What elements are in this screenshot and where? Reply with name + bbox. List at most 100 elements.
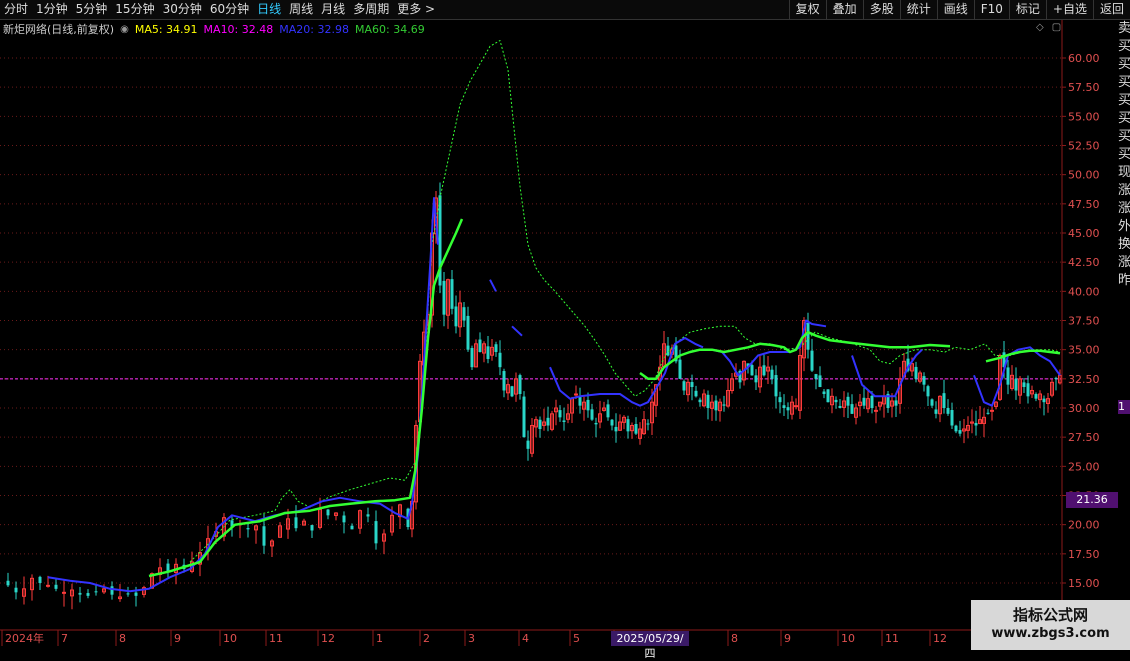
ma20-path bbox=[489, 279, 497, 292]
toolbar-button-0[interactable]: 复权 bbox=[788, 0, 826, 19]
candle-body-down bbox=[510, 386, 514, 397]
candle-body-down bbox=[606, 404, 610, 418]
candle-body-down bbox=[454, 306, 458, 327]
tab-period-10[interactable]: 更多 > bbox=[393, 0, 439, 19]
tab-period-5[interactable]: 60分钟 bbox=[206, 0, 253, 19]
candle-body-down bbox=[562, 420, 566, 422]
right-panel-char: 买 bbox=[1118, 129, 1130, 144]
tab-period-8[interactable]: 月线 bbox=[317, 0, 349, 19]
candle-body-up bbox=[794, 405, 798, 408]
period-tabs: 分时 1分钟 5分钟 15分钟 30分钟 60分钟 日线 周线 月线 多周期 更多 > bbox=[0, 0, 439, 19]
right-panel-char: 换 bbox=[1118, 237, 1130, 252]
candle-body-down bbox=[958, 430, 962, 434]
y-tick-label: 20.00 bbox=[1068, 519, 1100, 532]
candle-body-down bbox=[822, 391, 826, 394]
candle-body-down bbox=[682, 381, 686, 391]
y-tick-label: 57.50 bbox=[1068, 81, 1100, 94]
candle-body-down bbox=[38, 576, 42, 583]
candle-body-up bbox=[46, 584, 50, 587]
tab-period-3[interactable]: 15分钟 bbox=[111, 0, 158, 19]
candle-body-down bbox=[442, 280, 446, 315]
diamond-icon[interactable]: ◇ bbox=[1036, 22, 1044, 33]
tab-period-1[interactable]: 1分钟 bbox=[32, 0, 72, 19]
ma20-line bbox=[47, 197, 1061, 593]
right-panel-char: 买 bbox=[1118, 75, 1130, 90]
candle-body-down bbox=[1026, 383, 1030, 397]
toolbar-button-3[interactable]: 统计 bbox=[899, 0, 937, 19]
candle-body-down bbox=[502, 371, 506, 391]
right-panel-char: 买 bbox=[1118, 111, 1130, 126]
y-tick-label: 17.50 bbox=[1068, 548, 1100, 561]
toolbar-button-5[interactable]: F10 bbox=[973, 0, 1009, 19]
candle-body-down bbox=[954, 425, 958, 432]
tab-period-7[interactable]: 周线 bbox=[285, 0, 317, 19]
selected-date-label: 2025/05/29/四 bbox=[611, 631, 689, 660]
candle-body-down bbox=[942, 393, 946, 408]
candle-body-down bbox=[778, 397, 782, 403]
tab-period-4[interactable]: 30分钟 bbox=[159, 0, 206, 19]
candle-body-down bbox=[754, 375, 758, 383]
candle-body-down bbox=[850, 404, 854, 414]
ma60-value: MA60: 34.69 bbox=[354, 22, 425, 36]
square-icon[interactable]: ▢ bbox=[1052, 22, 1061, 33]
candle-body-down bbox=[1034, 394, 1038, 399]
watermark-url: www.zbgs3.com bbox=[991, 626, 1110, 641]
x-tick-label: 10 bbox=[841, 632, 855, 645]
candle-body-down bbox=[6, 580, 10, 586]
x-tick-label: 9 bbox=[174, 632, 181, 645]
toolbar-button-6[interactable]: 标记 bbox=[1008, 0, 1046, 19]
toolbar-button-2[interactable]: 多股 bbox=[862, 0, 900, 19]
candle-body-down bbox=[806, 322, 810, 350]
candle-body-down bbox=[714, 400, 718, 411]
candle-body-down bbox=[810, 350, 814, 371]
settings-circle-icon[interactable]: ◉ bbox=[120, 24, 129, 35]
candle-body-down bbox=[294, 517, 298, 529]
candle-body-down bbox=[558, 410, 562, 418]
ma20-path bbox=[47, 197, 439, 593]
candle-body-down bbox=[494, 344, 498, 352]
toolbar-button-7[interactable]: +自选 bbox=[1045, 0, 1093, 19]
y-tick-label: 15.00 bbox=[1068, 577, 1100, 590]
candle-body-down bbox=[526, 440, 530, 449]
y-tick-label: 60.00 bbox=[1068, 52, 1100, 65]
right-toolbar: 复权 叠加 多股 统计 画线 F10 标记 +自选 返回 bbox=[788, 0, 1130, 19]
stock-title: 新炬网络(日线,前复权) bbox=[3, 23, 115, 36]
candle-body-down bbox=[1054, 377, 1058, 379]
candle-body-down bbox=[1006, 367, 1010, 385]
x-tick-label: 11 bbox=[885, 632, 899, 645]
right-info-panel: 卖买买买买买买买现涨涨外换涨昨 bbox=[1118, 20, 1130, 632]
candle-body-down bbox=[134, 592, 138, 596]
candle-body-up bbox=[990, 409, 994, 412]
candle-body-down bbox=[342, 515, 346, 523]
right-panel-char: 现 bbox=[1118, 165, 1130, 180]
tab-period-9[interactable]: 多周期 bbox=[349, 0, 393, 19]
candle-body-down bbox=[722, 404, 726, 406]
x-tick-label: 7 bbox=[61, 632, 68, 645]
toolbar-button-8[interactable]: 返回 bbox=[1092, 0, 1130, 19]
candle-body-down bbox=[634, 423, 638, 434]
candle-body-down bbox=[706, 394, 710, 408]
candle-body-down bbox=[310, 525, 314, 531]
toolbar-button-1[interactable]: 叠加 bbox=[825, 0, 863, 19]
y-tick-label: 55.00 bbox=[1068, 110, 1100, 123]
y-tick-label: 47.50 bbox=[1068, 198, 1100, 211]
candle-body-down bbox=[838, 405, 842, 408]
x-tick-label: 8 bbox=[119, 632, 126, 645]
tab-period-2[interactable]: 5分钟 bbox=[72, 0, 112, 19]
candle-body-down bbox=[986, 412, 990, 414]
y-tick-label: 32.50 bbox=[1068, 373, 1100, 386]
toolbar-button-4[interactable]: 画线 bbox=[936, 0, 974, 19]
candles bbox=[6, 182, 1062, 610]
tab-period-0[interactable]: 分时 bbox=[0, 0, 32, 19]
y-tick-label: 30.00 bbox=[1068, 402, 1100, 415]
candle-body-down bbox=[862, 397, 866, 406]
candlestick-chart[interactable]: 15.0017.5020.0022.5025.0027.5030.0032.50… bbox=[0, 0, 1130, 650]
x-tick-label: 1 bbox=[376, 632, 383, 645]
y-tick-label: 25.00 bbox=[1068, 460, 1100, 473]
tab-period-6[interactable]: 日线 bbox=[253, 0, 285, 19]
right-panel-char: 涨 bbox=[1118, 201, 1130, 216]
candle-body-down bbox=[538, 419, 542, 429]
watermark: 指标公式网 www.zbgs3.com bbox=[971, 600, 1130, 650]
candle-body-down bbox=[610, 419, 614, 426]
candle-body-down bbox=[614, 426, 618, 432]
